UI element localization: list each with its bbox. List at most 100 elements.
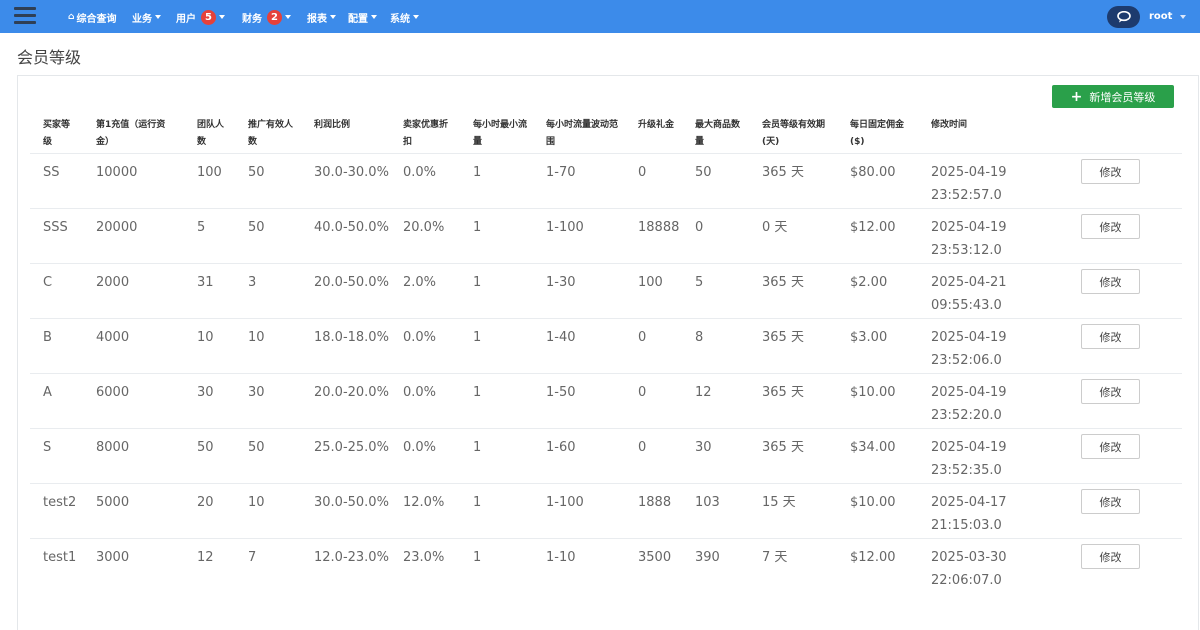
column-header: 每日固定佣金 ($) (850, 117, 904, 151)
chat-bubble-icon[interactable] (1107, 6, 1140, 28)
cell-commission: $80.00 (850, 165, 896, 180)
cell-flow-range: 1-100 (546, 495, 584, 510)
column-header-line: 数 (248, 137, 258, 147)
plus-icon: + (1070, 88, 1083, 105)
cell-min-flow: 1 (473, 495, 482, 510)
edit-button[interactable]: 修改 (1081, 324, 1140, 349)
cell-min-flow: 1 (473, 220, 482, 235)
nav-item-label: 业务 (132, 13, 152, 25)
nav-item-6[interactable]: 系统 (390, 9, 419, 25)
edit-button[interactable]: 修改 (1081, 269, 1140, 294)
column-header: 团队人数 (197, 117, 224, 151)
modified-date: 2025-04-19 (931, 440, 1007, 455)
cell-promo: 50 (248, 165, 265, 180)
cell-gift: 0 (638, 330, 647, 345)
cell-team: 50 (197, 440, 214, 455)
edit-button[interactable]: 修改 (1081, 214, 1140, 239)
cell-gift: 18888 (638, 220, 680, 235)
user-menu[interactable]: root (1149, 11, 1187, 22)
cell-recharge: 6000 (96, 385, 130, 400)
cell-team: 5 (197, 220, 206, 235)
nav-item-3[interactable]: 财务 2 (242, 9, 291, 25)
cell-level: B (43, 330, 52, 345)
modified-date: 2025-04-19 (931, 385, 1007, 400)
cell-recharge: 4000 (96, 330, 130, 345)
cell-flow-range: 1-10 (546, 550, 576, 565)
column-header-line: 每小时最小流 (473, 120, 528, 130)
cell-validity: 365 天 (762, 275, 804, 290)
column-header-line: 推广有效人 (248, 120, 294, 130)
nav-item-5[interactable]: 配置 (348, 9, 377, 25)
cell-flow-range: 1-40 (546, 330, 576, 345)
chevron-down-icon (371, 15, 377, 19)
column-header-line: 卖家优惠折 (403, 120, 449, 130)
table-row: SS 10000 100 50 30.0-30.0% 0.0% 1 1-70 0 50 365 天 $… (30, 153, 1182, 208)
edit-button[interactable]: 修改 (1081, 544, 1140, 569)
column-header-line: 量 (473, 137, 483, 147)
hamburger-icon[interactable] (14, 7, 36, 25)
nav-item-label: 财务 (242, 13, 262, 25)
edit-button[interactable]: 修改 (1081, 489, 1140, 514)
cell-modified-time: 2025-03-30 22:06:07.0 (931, 546, 1007, 592)
table-row: SSS 20000 5 50 40.0-50.0% 20.0% 1 1-100 18888 0 0 … (30, 208, 1182, 263)
column-header: 修改时间 (931, 117, 967, 151)
column-header-line: 第1充值（运行资 (96, 120, 166, 130)
cell-level: SSS (43, 220, 68, 235)
cell-gift: 1888 (638, 495, 672, 510)
cell-commission: $3.00 (850, 330, 888, 345)
cell-max-goods: 50 (695, 165, 712, 180)
cell-promo: 30 (248, 385, 265, 400)
page-title: 会员等级 (17, 48, 82, 67)
edit-button[interactable]: 修改 (1081, 159, 1140, 184)
top-navbar: ⌂ 综合查询 业务 用户 5 财务 2 报表 配置 系统 root (0, 0, 1200, 33)
add-member-level-button[interactable]: + 新增会员等级 (1052, 85, 1174, 108)
column-header-line: 级 (43, 137, 53, 147)
cell-recharge: 2000 (96, 275, 130, 290)
nav-item-1[interactable]: 业务 (132, 9, 161, 25)
modified-date: 2025-04-17 (931, 495, 1007, 510)
column-header-line: 团队人 (197, 120, 225, 130)
cell-modified-time: 2025-04-19 23:52:06.0 (931, 326, 1007, 372)
modified-clock: 23:52:35.0 (931, 463, 1002, 478)
chevron-down-icon (413, 15, 419, 19)
column-header-line: (天) (762, 137, 780, 147)
column-header: 卖家优惠折扣 (403, 117, 448, 151)
cell-max-goods: 12 (695, 385, 712, 400)
cell-profit: 20.0-50.0% (314, 275, 389, 290)
cell-profit: 20.0-20.0% (314, 385, 389, 400)
cell-validity: 365 天 (762, 165, 804, 180)
cell-validity: 365 天 (762, 440, 804, 455)
cell-min-flow: 1 (473, 165, 482, 180)
cell-validity: 365 天 (762, 330, 804, 345)
cell-min-flow: 1 (473, 330, 482, 345)
cell-discount: 0.0% (403, 165, 437, 180)
cell-discount: 2.0% (403, 275, 437, 290)
chat-icon-shape (1116, 11, 1131, 23)
modified-date: 2025-04-19 (931, 330, 1007, 345)
cell-promo: 7 (248, 550, 257, 565)
table-row: test1 3000 12 7 12.0-23.0% 23.0% 1 1-10 3500 390 7… (30, 538, 1182, 593)
cell-team: 12 (197, 550, 214, 565)
nav-item-2[interactable]: 用户 5 (176, 9, 225, 25)
edit-button[interactable]: 修改 (1081, 379, 1140, 404)
nav-item-label: 报表 (307, 13, 327, 25)
nav-item-0[interactable]: ⌂ 综合查询 (68, 9, 116, 25)
cell-max-goods: 103 (695, 495, 720, 510)
table-row: A 6000 30 30 20.0-20.0% 0.0% 1 1-50 0 12 365 天 $10.… (30, 373, 1182, 428)
cell-recharge: 10000 (96, 165, 138, 180)
cell-promo: 50 (248, 440, 265, 455)
edit-button[interactable]: 修改 (1081, 434, 1140, 459)
cell-profit: 25.0-25.0% (314, 440, 389, 455)
cell-recharge: 8000 (96, 440, 130, 455)
nav-item-4[interactable]: 报表 (307, 9, 336, 25)
column-header-line: 升级礼金 (638, 120, 675, 130)
cell-gift: 0 (638, 385, 647, 400)
home-icon: ⌂ (68, 12, 75, 22)
user-name: root (1149, 11, 1173, 22)
column-header-line: 修改时间 (931, 120, 968, 130)
column-header-line: 每小时流量波动范 (546, 120, 619, 130)
cell-commission: $34.00 (850, 440, 896, 455)
column-header-line: 最大商品数 (695, 120, 741, 130)
cell-team: 100 (197, 165, 222, 180)
nav-item-label: 配置 (348, 13, 368, 25)
